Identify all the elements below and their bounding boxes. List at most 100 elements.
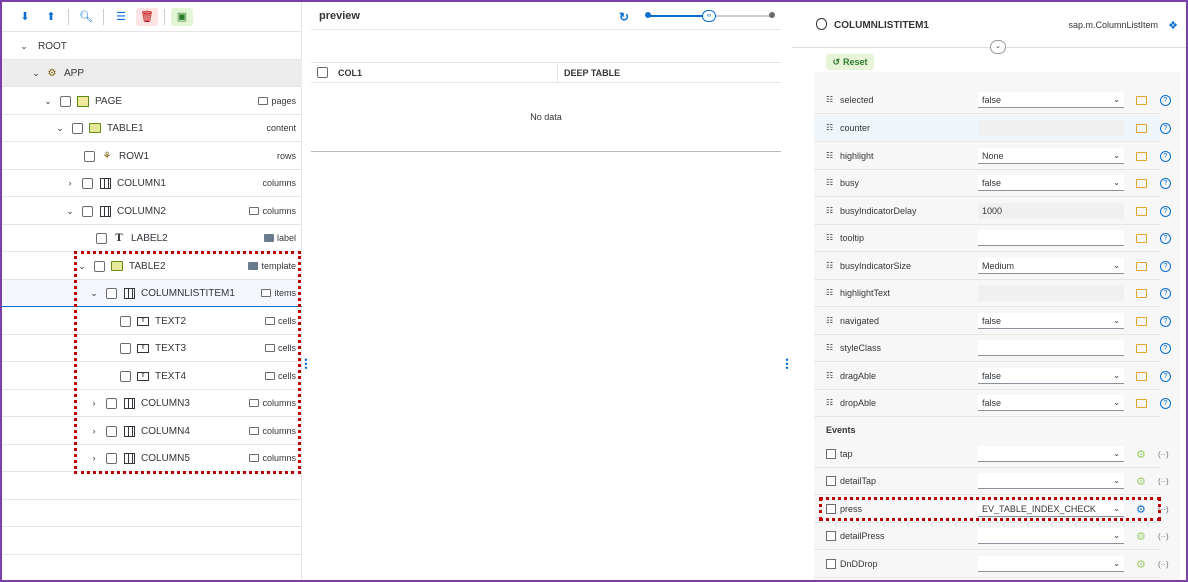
zoom-slider[interactable]: ‹› (645, 10, 775, 22)
prop-select[interactable]: false ⌄ (978, 313, 1124, 329)
tree-checkbox[interactable] (106, 287, 117, 299)
slider-handle-icon[interactable]: ‹› (702, 10, 716, 22)
tree-node-label2[interactable]: T LABEL2 label (2, 225, 302, 252)
help-icon[interactable]: ? (1160, 342, 1171, 354)
select-all-checkbox[interactable] (317, 67, 328, 78)
prop-select[interactable]: Medium ⌄ (978, 258, 1124, 274)
help-icon[interactable]: ? (1160, 177, 1171, 189)
event-select[interactable]: EV_TABLE_INDEX_CHECK ⌄ (978, 501, 1124, 517)
prop-select[interactable]: false ⌄ (978, 175, 1124, 191)
tree-view-icon[interactable]: ☰ (110, 8, 132, 26)
prop-select[interactable]: false ⌄ (978, 92, 1124, 108)
gear-icon[interactable]: ⚙ (1136, 503, 1146, 516)
splitter-handle-icon[interactable]: • • • (784, 356, 790, 373)
tree-checkbox[interactable] (60, 95, 71, 107)
chevron-down-icon[interactable]: ⌄ (30, 68, 42, 79)
help-icon[interactable]: ? (1160, 315, 1171, 327)
tree-node-root[interactable]: ⌄ ROOT (2, 33, 302, 60)
prop-select[interactable]: false ⌄ (978, 395, 1124, 411)
add-screen-icon[interactable]: ▣ (171, 7, 193, 26)
chevron-down-icon[interactable]: ⌄ (88, 288, 100, 299)
prop-select[interactable]: None ⌄ (978, 148, 1124, 164)
tree-node-table1[interactable]: ⌄ TABLE1 content (2, 115, 302, 142)
folder-icon[interactable] (1136, 261, 1147, 271)
tree-checkbox[interactable] (120, 315, 131, 327)
tree-node-table2[interactable]: ⌄ TABLE2 template (2, 253, 302, 280)
splitter-handle-icon[interactable]: • • • (303, 356, 309, 373)
folder-icon[interactable] (1136, 178, 1147, 188)
tree-node-columnlistitem1[interactable]: ⌄ COLUMNLISTITEM1 items (2, 280, 302, 307)
tree-node-column1[interactable]: › COLUMN1 columns (2, 170, 302, 197)
tree-checkbox[interactable] (82, 177, 93, 189)
search-icon[interactable]: 🔍︎ (75, 8, 97, 26)
gear-icon[interactable]: ⚙ (1136, 558, 1146, 571)
chevron-right-icon[interactable]: › (88, 426, 100, 436)
event-checkbox[interactable] (826, 559, 836, 569)
help-icon[interactable]: ? (1160, 205, 1171, 217)
folder-icon[interactable] (1136, 123, 1147, 133)
collapse-all-icon[interactable]: ⬆ (40, 8, 62, 26)
refresh-icon[interactable]: ↻ (619, 10, 629, 24)
tree-checkbox[interactable] (106, 397, 117, 409)
tree-node-text4[interactable]: T TEXT4 cells (2, 363, 302, 390)
chevron-down-icon[interactable]: ⌄ (18, 41, 30, 52)
event-select[interactable]: ⌄ (978, 528, 1124, 544)
chevron-down-icon[interactable]: ⌄ (76, 261, 88, 272)
tree-checkbox[interactable] (82, 205, 93, 217)
link-icon[interactable]: (··) (1158, 560, 1169, 569)
prop-input[interactable] (978, 120, 1124, 136)
gear-icon[interactable]: ⚙ (1136, 475, 1146, 488)
chevron-down-icon[interactable]: ⌄ (64, 206, 76, 217)
folder-icon[interactable] (1136, 371, 1147, 381)
tree-node-text2[interactable]: T TEXT2 cells (2, 308, 302, 335)
prop-input[interactable] (978, 340, 1124, 356)
help-icon[interactable]: ? (1160, 397, 1171, 409)
tree-node-column4[interactable]: › COLUMN4 columns (2, 418, 302, 445)
event-select[interactable]: ⌄ (978, 556, 1124, 572)
tree-node-row1[interactable]: ⚘ ROW1 rows (2, 143, 302, 170)
link-icon[interactable]: (··) (1158, 477, 1169, 486)
folder-icon[interactable] (1136, 316, 1147, 326)
folder-icon[interactable] (1136, 95, 1147, 105)
tree-node-page[interactable]: ⌄ PAGE pages (2, 88, 302, 115)
folder-icon[interactable] (1136, 151, 1147, 161)
hierarchy-icon[interactable]: ❖ (1168, 19, 1178, 32)
event-checkbox[interactable] (826, 504, 836, 514)
tree-checkbox[interactable] (72, 122, 83, 134)
link-icon[interactable]: (··) (1158, 450, 1169, 459)
help-icon[interactable]: ? (1160, 94, 1171, 106)
prop-input[interactable] (978, 230, 1124, 246)
folder-icon[interactable] (1136, 233, 1147, 243)
tree-node-text3[interactable]: T TEXT3 cells (2, 335, 302, 362)
chevron-right-icon[interactable]: › (88, 453, 100, 463)
gear-icon[interactable]: ⚙ (1136, 530, 1146, 543)
tree-checkbox[interactable] (120, 342, 131, 354)
chevron-right-icon[interactable]: › (64, 178, 76, 188)
event-checkbox[interactable] (826, 531, 836, 541)
tree-checkbox[interactable] (96, 232, 107, 244)
help-icon[interactable]: ? (1160, 232, 1171, 244)
reset-button[interactable]: ↺ Reset (826, 54, 874, 70)
tree-checkbox[interactable] (106, 425, 117, 437)
help-icon[interactable]: ? (1160, 150, 1171, 162)
tree-checkbox[interactable] (106, 452, 117, 464)
link-icon[interactable]: (··) (1158, 505, 1169, 514)
help-icon[interactable]: ? (1160, 287, 1171, 299)
folder-icon[interactable] (1136, 398, 1147, 408)
event-checkbox[interactable] (826, 476, 836, 486)
tree-checkbox[interactable] (84, 150, 95, 162)
delete-icon[interactable]: 🗑︎ (136, 7, 158, 26)
tree-node-column2[interactable]: ⌄ COLUMN2 columns (2, 198, 302, 225)
chevron-right-icon[interactable]: › (88, 398, 100, 408)
help-icon[interactable]: ? (1160, 260, 1171, 272)
event-select[interactable]: ⌄ (978, 446, 1124, 462)
prop-input[interactable] (978, 285, 1124, 301)
chevron-down-icon[interactable]: ⌄ (42, 96, 54, 107)
help-icon[interactable]: ? (1160, 370, 1171, 382)
event-checkbox[interactable] (826, 449, 836, 459)
folder-icon[interactable] (1136, 288, 1147, 298)
prop-select[interactable]: false ⌄ (978, 368, 1124, 384)
folder-icon[interactable] (1136, 206, 1147, 216)
tree-node-app[interactable]: ⌄ ⚙ APP (2, 60, 302, 87)
link-icon[interactable]: (··) (1158, 532, 1169, 541)
